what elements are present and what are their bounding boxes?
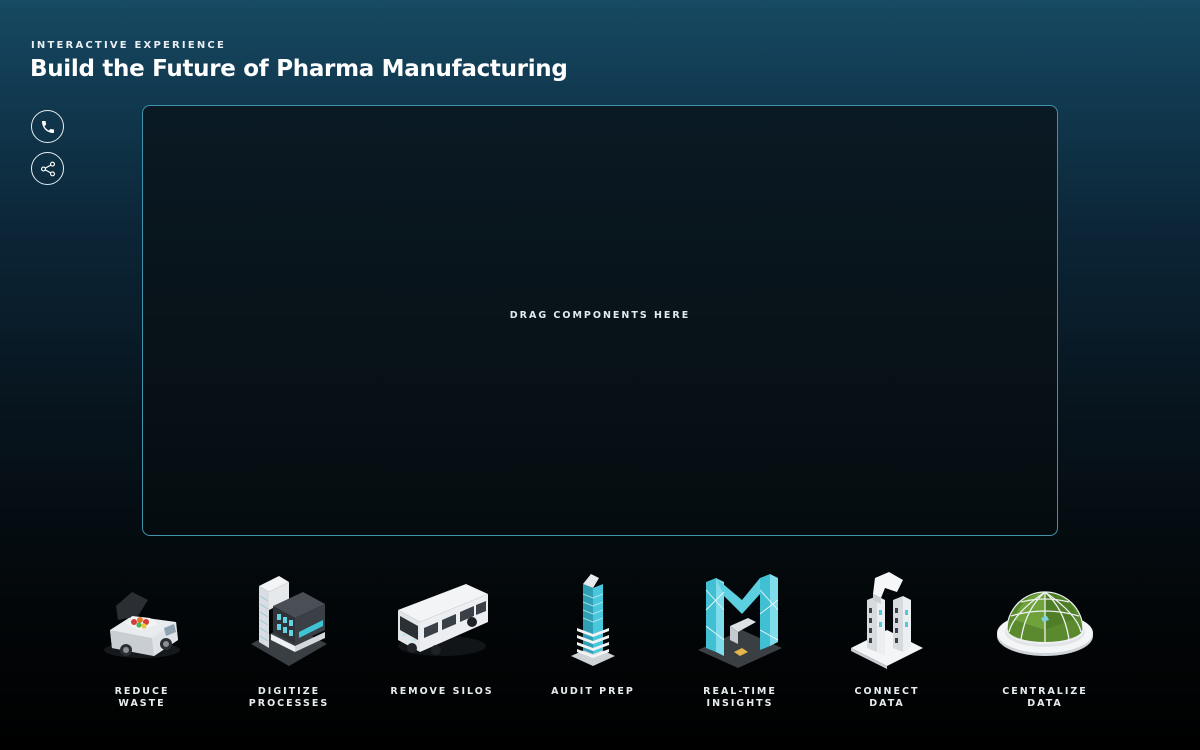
component-remove-silos[interactable]: REMOVE SILOS bbox=[367, 570, 517, 720]
component-label: CONNECT DATA bbox=[854, 686, 920, 709]
component-label: REDUCE WASTE bbox=[114, 686, 170, 709]
share-button[interactable] bbox=[31, 152, 64, 185]
digital-building-icon bbox=[251, 576, 327, 666]
component-label: REMOVE SILOS bbox=[390, 686, 494, 697]
phone-icon bbox=[41, 120, 54, 133]
component-connect-data[interactable]: CONNECT DATA bbox=[812, 570, 962, 720]
bus-icon bbox=[398, 584, 488, 656]
drop-zone[interactable]: DRAG COMPONENTS HERE bbox=[142, 105, 1058, 536]
component-reduce-waste[interactable]: REDUCE WASTE bbox=[67, 570, 217, 720]
component-label: REAL-TIME INSIGHTS bbox=[703, 686, 777, 709]
m-structure-icon bbox=[698, 574, 782, 668]
component-real-time-insights[interactable]: REAL-TIME INSIGHTS bbox=[665, 570, 815, 720]
delivery-van-icon bbox=[104, 592, 180, 658]
page-title: Build the Future of Pharma Manufacturing bbox=[30, 56, 568, 82]
tower-icon bbox=[571, 574, 615, 666]
component-label: AUDIT PREP bbox=[551, 686, 635, 697]
drop-zone-label: DRAG COMPONENTS HERE bbox=[509, 310, 691, 321]
phone-button[interactable] bbox=[31, 110, 64, 143]
component-tray: REDUCE WASTE DIGITIZE PROCESSES REMOVE S… bbox=[0, 570, 1200, 730]
twin-towers-icon bbox=[851, 572, 923, 669]
component-label: DIGITIZE PROCESSES bbox=[248, 686, 330, 709]
eyebrow-label: INTERACTIVE EXPERIENCE bbox=[31, 40, 227, 51]
component-audit-prep[interactable]: AUDIT PREP bbox=[518, 570, 668, 720]
component-centralize-data[interactable]: CENTRALIZE DATA bbox=[970, 570, 1120, 720]
component-digitize-processes[interactable]: DIGITIZE PROCESSES bbox=[214, 570, 364, 720]
dome-icon bbox=[997, 591, 1093, 656]
share-icon bbox=[40, 161, 55, 176]
component-label: CENTRALIZE DATA bbox=[1002, 686, 1088, 709]
